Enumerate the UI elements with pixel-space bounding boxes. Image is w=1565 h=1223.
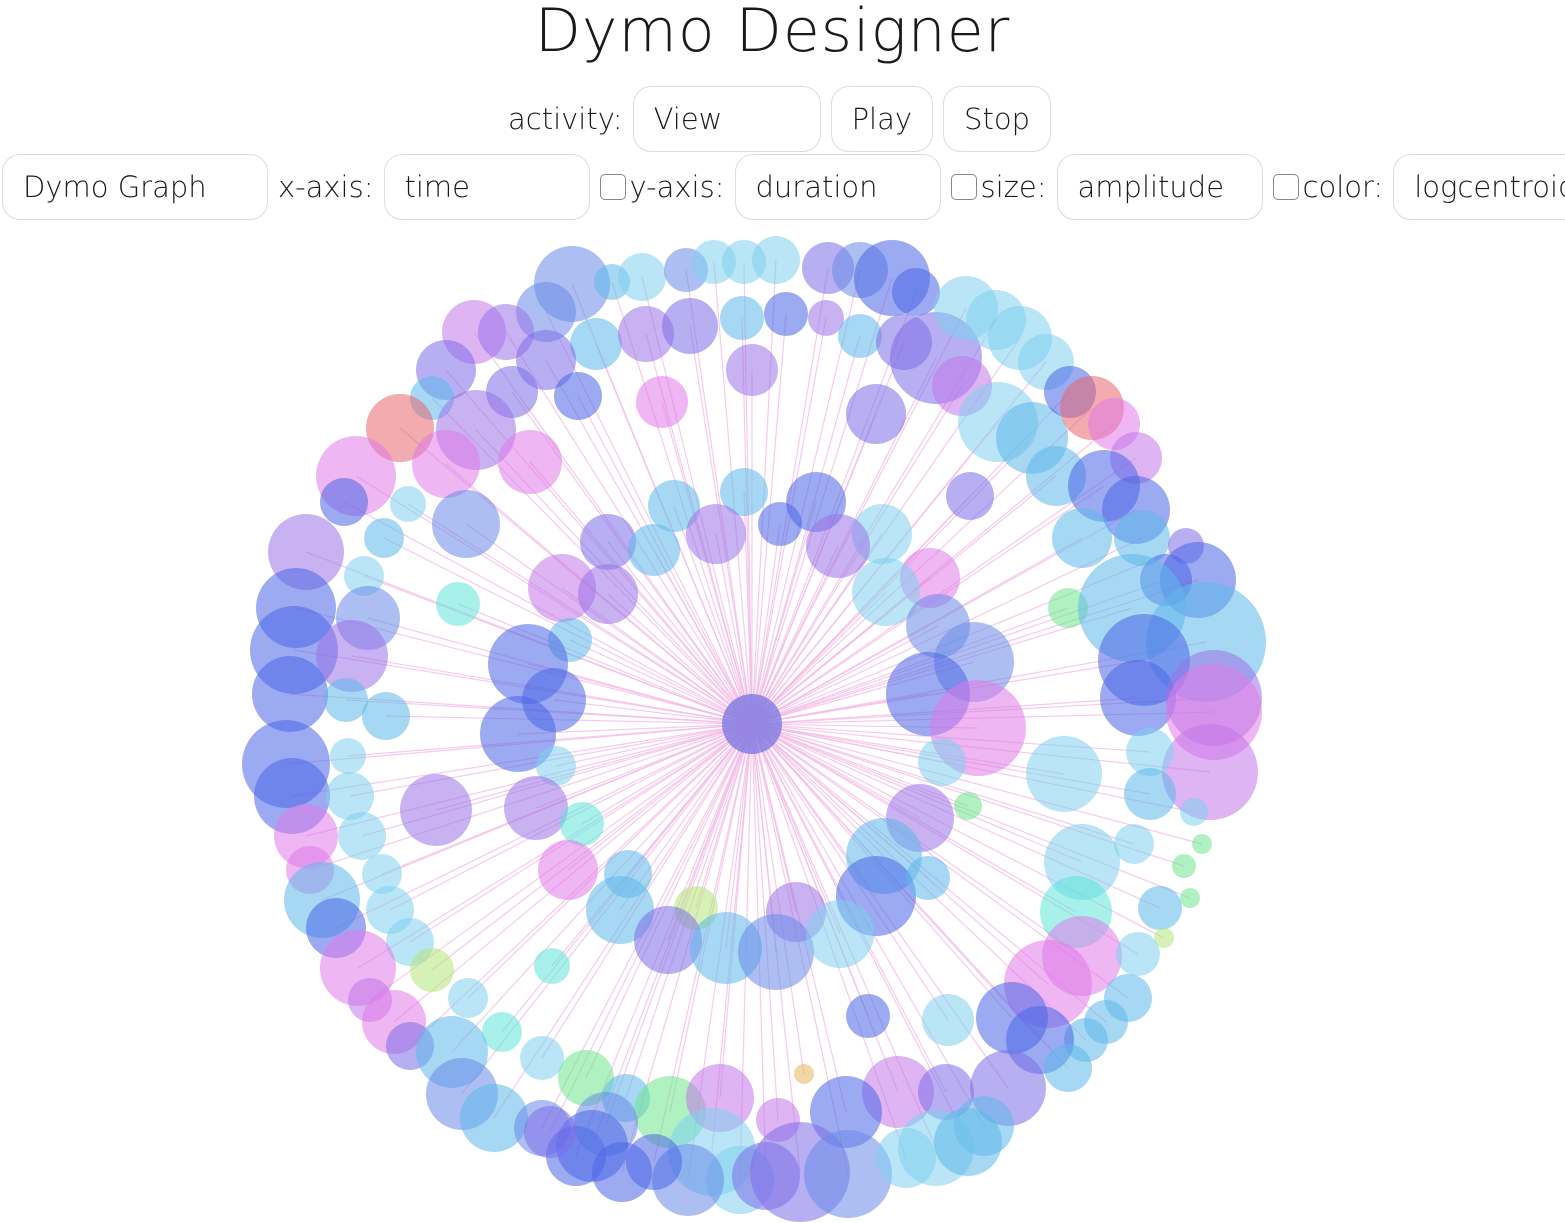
activity-toolbar: activity: View Play Stop xyxy=(508,86,1051,152)
graph-node[interactable] xyxy=(1180,798,1208,826)
graph-node[interactable] xyxy=(560,802,604,846)
graph-node[interactable] xyxy=(1162,724,1258,820)
page-title: Dymo Designer xyxy=(534,0,1011,66)
graph-node[interactable] xyxy=(1192,834,1212,854)
graph-node[interactable] xyxy=(764,292,808,336)
graph-node[interactable] xyxy=(390,486,426,522)
graph-node[interactable] xyxy=(1116,932,1160,976)
graph-hub-node[interactable] xyxy=(722,694,782,754)
graph-node[interactable] xyxy=(410,948,454,992)
graph-node[interactable] xyxy=(364,518,404,558)
color-select[interactable]: logcentroid xyxy=(1393,154,1565,220)
graph-node[interactable] xyxy=(1100,660,1176,736)
graph-node[interactable] xyxy=(628,524,680,576)
graph-node[interactable] xyxy=(1138,886,1182,930)
graph-node[interactable] xyxy=(752,236,800,284)
graph-node[interactable] xyxy=(1114,824,1154,864)
graph-node[interactable] xyxy=(618,253,666,301)
x-axis-select[interactable]: time xyxy=(383,154,590,220)
graph-node[interactable] xyxy=(320,478,368,526)
graph-node[interactable] xyxy=(520,1036,564,1080)
graph-nodes[interactable] xyxy=(242,236,1266,1222)
graph-node[interactable] xyxy=(794,1064,814,1084)
graph-node[interactable] xyxy=(806,514,870,578)
x-axis-label: x-axis: xyxy=(278,170,374,204)
graph-controls: Dymo Graph x-axis: time y-axis: duration… xyxy=(2,153,1565,221)
graph-node[interactable] xyxy=(538,840,598,900)
graph-node[interactable] xyxy=(338,812,386,860)
graph-node[interactable] xyxy=(922,994,974,1046)
graph-node[interactable] xyxy=(846,384,906,444)
graph-node[interactable] xyxy=(482,1012,522,1052)
graph-node[interactable] xyxy=(662,298,718,354)
view-select[interactable]: Dymo Graph xyxy=(2,154,268,220)
graph-node[interactable] xyxy=(448,978,488,1018)
y-axis-log-checkbox[interactable] xyxy=(599,174,626,200)
graph-node[interactable] xyxy=(324,678,368,722)
graph-node[interactable] xyxy=(738,914,814,990)
graph-node[interactable] xyxy=(934,1108,1002,1176)
graph-node[interactable] xyxy=(330,738,366,774)
graph-node[interactable] xyxy=(504,776,568,840)
graph-node[interactable] xyxy=(918,738,966,786)
graph-node[interactable] xyxy=(578,564,638,624)
graph-node[interactable] xyxy=(580,514,636,570)
graph-node[interactable] xyxy=(412,430,480,498)
size-select[interactable]: amplitude xyxy=(1056,154,1263,220)
graph-node[interactable] xyxy=(636,376,688,428)
graph-node[interactable] xyxy=(1172,854,1196,878)
dymo-graph[interactable] xyxy=(0,222,1565,1222)
graph-node[interactable] xyxy=(1026,736,1102,812)
graph-node[interactable] xyxy=(906,856,950,900)
graph-node[interactable] xyxy=(846,994,890,1038)
color-label: color: xyxy=(1302,170,1384,204)
graph-node[interactable] xyxy=(946,472,994,520)
graph-node[interactable] xyxy=(808,300,844,336)
y-axis-label: y-axis: xyxy=(629,170,725,204)
graph-node[interactable] xyxy=(1052,508,1112,568)
graph-node[interactable] xyxy=(436,582,480,626)
activity-label: activity: xyxy=(508,102,623,136)
graph-node[interactable] xyxy=(838,314,882,358)
graph-node[interactable] xyxy=(1180,888,1200,908)
graph-node[interactable] xyxy=(554,372,602,420)
graph-node[interactable] xyxy=(954,792,982,820)
graph-node[interactable] xyxy=(570,318,622,370)
graph-node[interactable] xyxy=(1044,1044,1092,1092)
graph-node[interactable] xyxy=(806,900,874,968)
graph-node[interactable] xyxy=(400,774,472,846)
graph-node[interactable] xyxy=(432,490,500,558)
y-axis-select[interactable]: duration xyxy=(734,154,941,220)
activity-select[interactable]: View xyxy=(632,86,821,152)
graph-node[interactable] xyxy=(758,502,802,546)
color-log-checkbox[interactable] xyxy=(1272,174,1299,200)
graph-node[interactable] xyxy=(720,296,764,340)
graph-node[interactable] xyxy=(892,268,940,316)
graph-node[interactable] xyxy=(626,1134,682,1190)
stop-button[interactable]: Stop xyxy=(943,86,1051,152)
graph-node[interactable] xyxy=(362,692,410,740)
graph-node[interactable] xyxy=(534,948,570,984)
play-button[interactable]: Play xyxy=(830,86,934,152)
size-label: size: xyxy=(980,170,1047,204)
graph-node[interactable] xyxy=(1124,768,1176,820)
graph-node[interactable] xyxy=(524,1106,576,1158)
graph-node[interactable] xyxy=(686,504,746,564)
size-log-checkbox[interactable] xyxy=(950,174,977,200)
graph-node[interactable] xyxy=(726,344,778,396)
graph-node[interactable] xyxy=(498,430,562,494)
graph-node[interactable] xyxy=(804,1130,892,1218)
